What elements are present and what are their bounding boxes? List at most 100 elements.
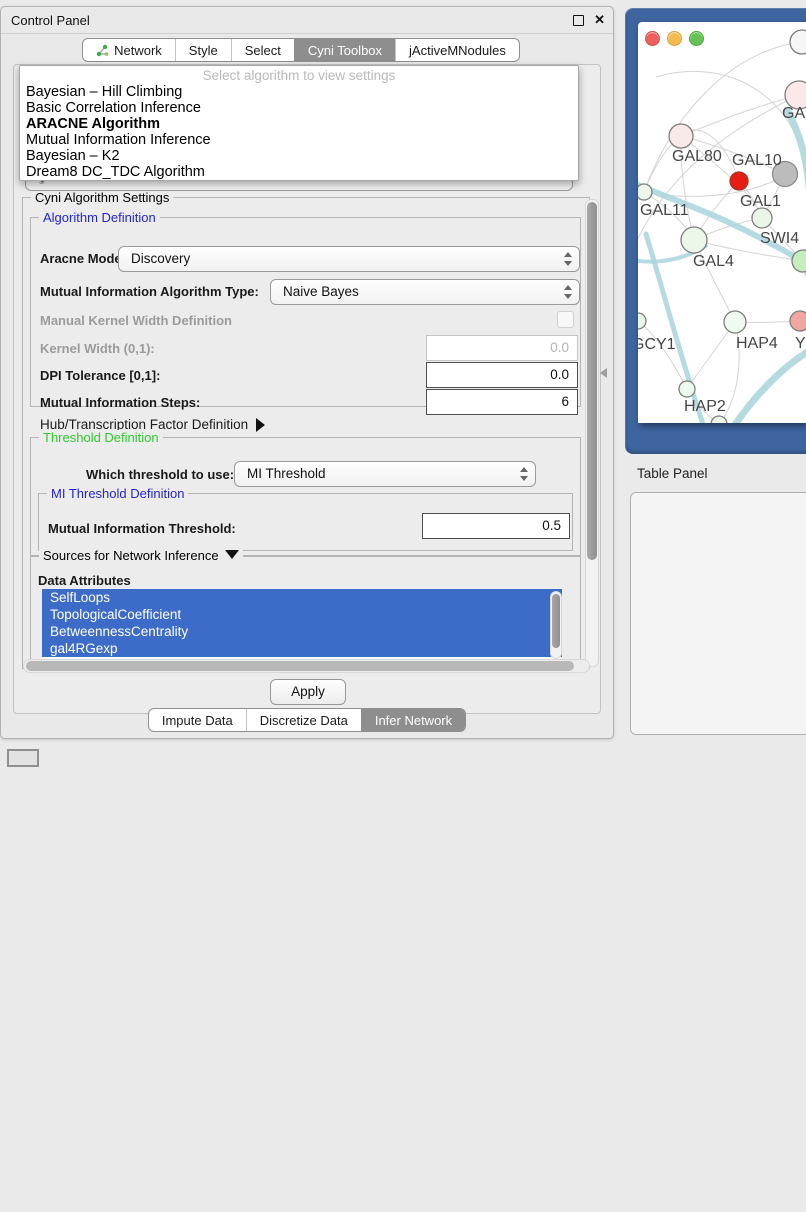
network-graph[interactable]: GALGAL80GAL10GAL11GAL1GAL4SWI4GCY1HAP4YH…	[638, 22, 806, 423]
network-node-y[interactable]	[790, 311, 806, 331]
control-panel-window: Control Panel ✕ Network Style Select Cyni T…	[0, 6, 614, 739]
network-node-gal4[interactable]	[681, 227, 707, 253]
tab-impute-data[interactable]: Impute Data	[149, 709, 246, 731]
dpi-tolerance-field[interactable]: 0.0	[426, 362, 578, 388]
expand-right-icon	[256, 418, 265, 432]
algorithm-option[interactable]: Dream8 DC_TDC Algorithm	[20, 164, 578, 180]
mi-type-label: Mutual Information Algorithm Type:	[40, 284, 259, 299]
algorithm-dropdown-popup: Select algorithm to view settings Bayesi…	[19, 65, 579, 181]
network-node-gal11[interactable]	[638, 184, 652, 200]
mi-threshold-field[interactable]: 0.5	[422, 513, 570, 539]
network-node-label: Y	[795, 335, 806, 352]
network-node-label: GAL80	[672, 148, 722, 165]
network-node-label: HAP2	[684, 398, 726, 415]
settings-horizontal-scrollbar[interactable]	[23, 659, 590, 673]
tab-network[interactable]: Network	[83, 39, 175, 61]
tab-select[interactable]: Select	[231, 39, 294, 61]
network-view[interactable]: GALGAL80GAL10GAL11GAL1GAL4SWI4GCY1HAP4YH…	[638, 22, 806, 423]
splitter-arrow-icon[interactable]	[600, 368, 607, 378]
data-attribute-item[interactable]: SelfLoops	[42, 589, 562, 606]
network-node-hap2[interactable]	[679, 381, 695, 397]
tab-label: Network	[114, 43, 162, 58]
data-attribute-item[interactable]: gal4RGexp	[42, 640, 562, 657]
window-minimize-button[interactable]	[667, 31, 682, 46]
network-node-gal1[interactable]	[752, 208, 772, 228]
data-attribute-item[interactable]: BetweennessCentrality	[42, 623, 562, 640]
algorithm-option[interactable]: ARACNE Algorithm	[20, 116, 578, 132]
tab-cyni-toolbox[interactable]: Cyni Toolbox	[294, 39, 395, 61]
which-threshold-label: Which threshold to use:	[86, 467, 234, 482]
data-attribute-item[interactable]: TopologicalCoefficient	[42, 606, 562, 623]
mi-threshold-definition-title: MI Threshold Definition	[47, 486, 188, 501]
algorithm-option[interactable]: Bayesian – Hill Climbing	[20, 84, 578, 100]
which-threshold-combo[interactable]: MI Threshold	[234, 461, 536, 487]
settings-vertical-scrollbar[interactable]	[585, 199, 599, 667]
mi-type-value: Naive Bayes	[283, 284, 359, 299]
tab-infer-network[interactable]: Infer Network	[361, 709, 465, 731]
tab-jactivemnodules[interactable]: jActiveMNodules	[395, 39, 519, 61]
aracne-mode-label: Aracne Mode:	[40, 251, 126, 266]
mi-type-combo[interactable]: Naive Bayes	[270, 279, 580, 305]
sources-title: Sources for Network Inference	[43, 548, 219, 563]
network-edge[interactable]	[687, 322, 735, 389]
window-zoom-button[interactable]	[689, 31, 704, 46]
tab-label: Infer Network	[375, 713, 452, 728]
algorithm-definition-title: Algorithm Definition	[39, 210, 160, 225]
which-threshold-value: MI Threshold	[247, 466, 326, 481]
attributes-list-scrollbar[interactable]	[550, 591, 562, 659]
network-tab-icon	[96, 44, 109, 57]
cyni-settings-title: Cyni Algorithm Settings	[31, 190, 173, 205]
minimized-panel-icon[interactable]	[7, 749, 39, 767]
manual-kernel-label: Manual Kernel Width Definition	[40, 313, 232, 328]
window-close-button[interactable]	[645, 31, 660, 46]
close-panel-icon[interactable]: ✕	[594, 12, 605, 28]
tab-label: Discretize Data	[260, 713, 348, 728]
manual-kernel-checkbox[interactable]	[557, 311, 574, 328]
settings-vertical-scrollbar-thumb[interactable]	[587, 202, 597, 560]
network-edge-highlighted[interactable]	[730, 348, 806, 423]
screen: Control Panel ✕ Network Style Select Cyni T…	[0, 0, 806, 762]
kernel-width-label: Kernel Width (0,1):	[40, 341, 155, 356]
network-node[interactable]	[790, 30, 806, 54]
network-node-gal80[interactable]	[669, 124, 693, 148]
data-attributes-list[interactable]: SelfLoopsTopologicalCoefficientBetweenne…	[42, 589, 562, 659]
aracne-mode-combo[interactable]: Discovery	[118, 246, 580, 272]
table-panel-window: ⚙ ✓ ✓ shared...nameA YDL19...YDL19...13Y…	[630, 492, 806, 735]
tab-label: Select	[245, 43, 281, 58]
combo-stepper-icon	[564, 285, 573, 299]
bottom-tabs-segment: Impute Data Discretize Data Infer Network	[148, 708, 466, 732]
network-node-label: GAL11	[640, 202, 689, 219]
combo-stepper-icon	[520, 467, 529, 481]
control-panel-title: Control Panel	[11, 13, 90, 28]
mi-steps-label: Mutual Information Steps:	[40, 395, 200, 410]
sources-title-toggle[interactable]: Sources for Network Inference	[39, 548, 243, 563]
control-panel-content: Select algorithm to view settings Bayesi…	[13, 64, 601, 714]
network-node-label: GAL10	[732, 152, 782, 169]
aracne-mode-value: Discovery	[131, 251, 190, 266]
kernel-width-field[interactable]: 0.0	[426, 335, 578, 361]
algorithm-option[interactable]: Basic Correlation Inference	[20, 100, 578, 116]
tab-label: jActiveMNodules	[409, 43, 506, 58]
apply-button[interactable]: Apply	[270, 679, 346, 705]
algorithm-dropdown-placeholder: Select algorithm to view settings	[20, 68, 578, 83]
tab-label: Cyni Toolbox	[308, 43, 382, 58]
network-node-label: HAP4	[736, 335, 778, 352]
tab-discretize-data[interactable]: Discretize Data	[246, 709, 361, 731]
attributes-list-scrollbar-thumb[interactable]	[552, 594, 560, 648]
settings-horizontal-scrollbar-thumb[interactable]	[26, 661, 574, 671]
top-tabs-segment: Network Style Select Cyni Toolbox jActiveMNo…	[82, 38, 520, 62]
network-node-gal10[interactable]	[730, 172, 748, 190]
network-node-label: GAL1	[740, 193, 781, 210]
algorithm-option[interactable]: Mutual Information Inference	[20, 132, 578, 148]
tab-style[interactable]: Style	[175, 39, 231, 61]
control-panel-titlebar: Control Panel ✕	[1, 7, 613, 34]
mi-steps-field[interactable]: 6	[426, 389, 578, 415]
float-panel-icon[interactable]	[573, 15, 584, 26]
algorithm-option[interactable]: Bayesian – K2	[20, 148, 578, 164]
algorithm-dropdown-list: Bayesian – Hill ClimbingBasic Correlatio…	[20, 84, 578, 180]
network-node[interactable]	[711, 416, 727, 423]
network-node-label: GAL	[782, 105, 806, 122]
combo-stepper-icon	[564, 252, 573, 266]
network-node-hap4[interactable]	[724, 311, 746, 333]
dpi-tolerance-label: DPI Tolerance [0,1]:	[40, 368, 160, 383]
